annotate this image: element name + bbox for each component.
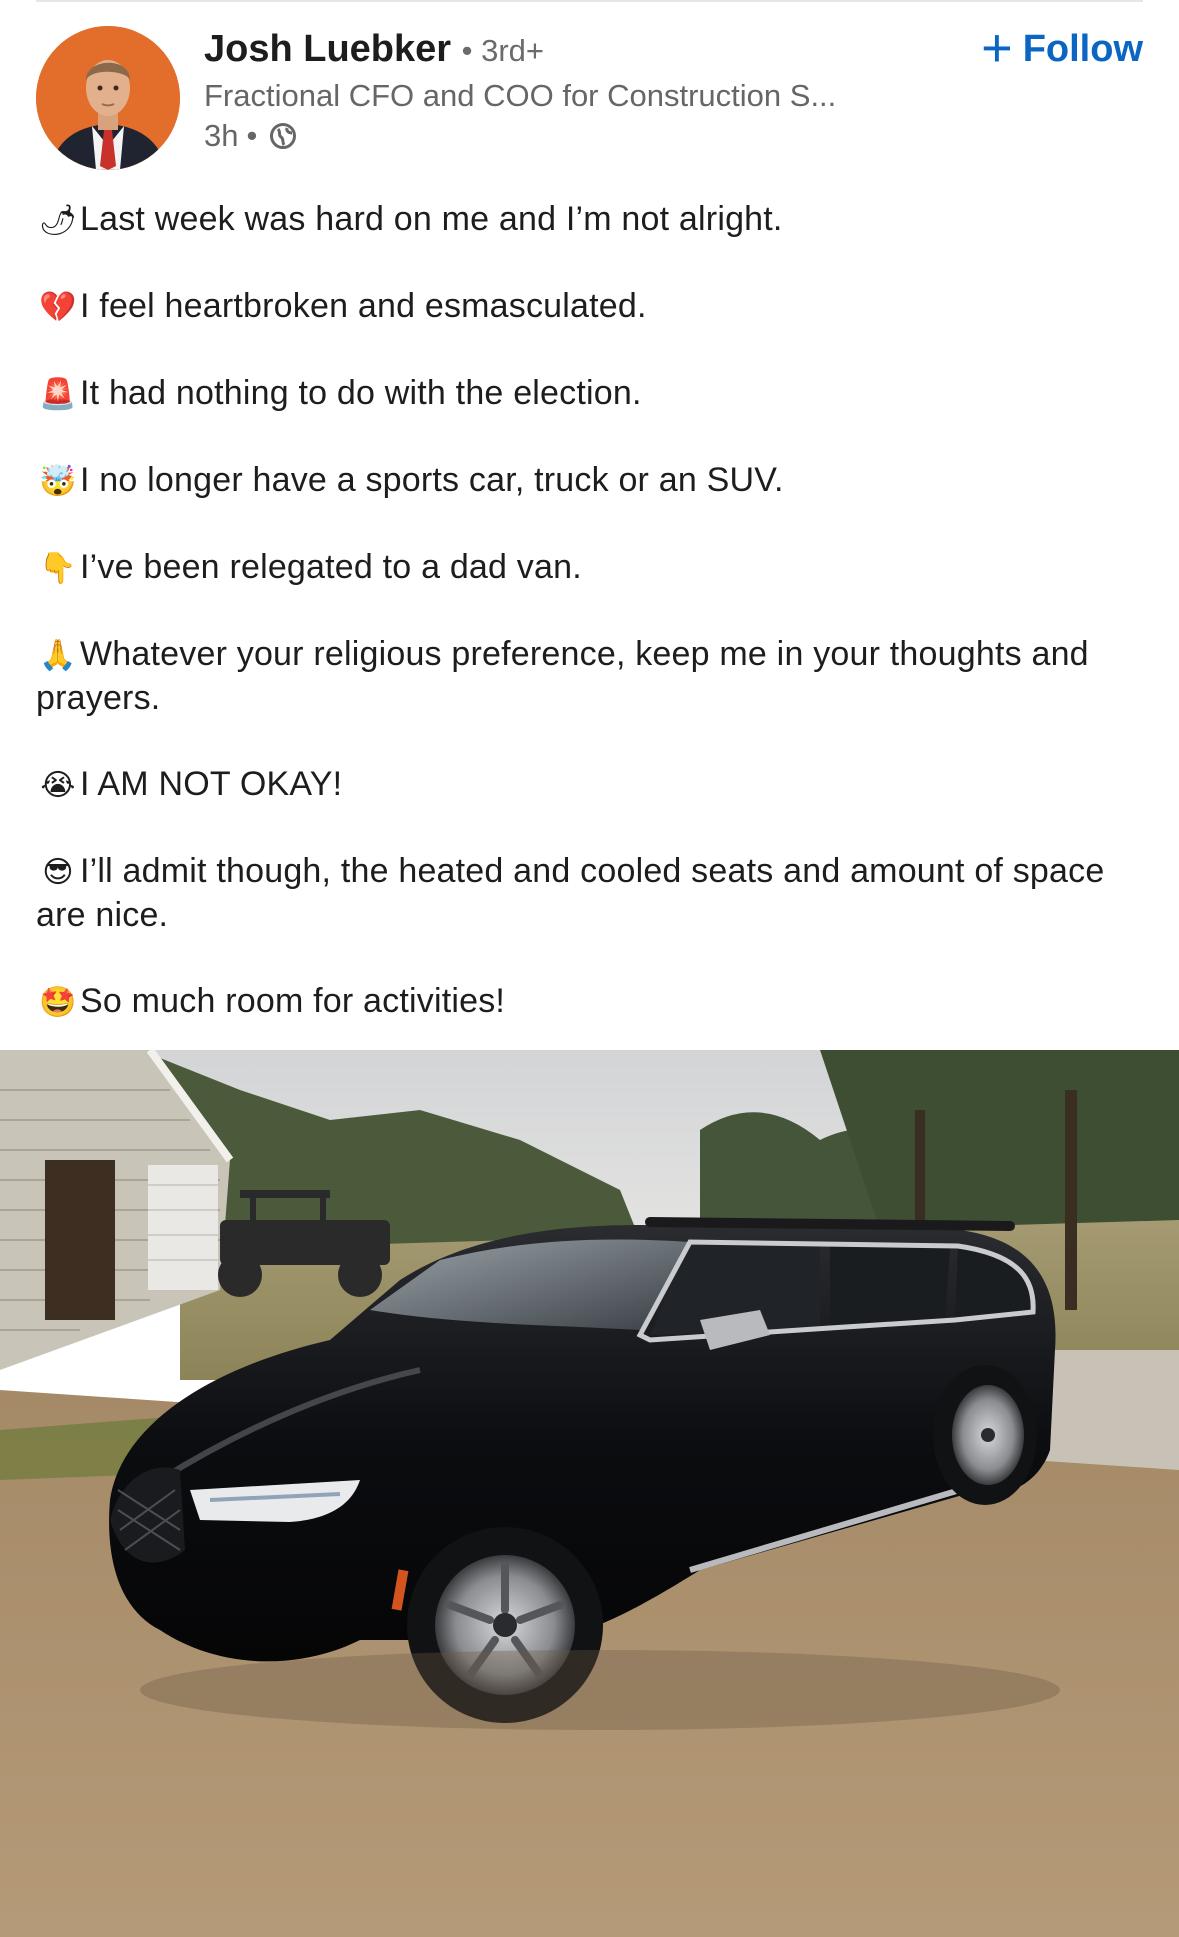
connection-separator: •	[461, 33, 482, 68]
siren-icon: 🚨	[39, 377, 77, 412]
crying-face-icon: 😭	[40, 768, 76, 803]
post-line-text: I no longer have a sports car, truck or …	[80, 461, 784, 499]
plus-icon: +	[981, 17, 1013, 78]
post-image[interactable]	[0, 1050, 1179, 1937]
black-minivan-photo	[0, 1050, 1179, 1937]
exploding-head-icon: 🤯	[39, 464, 77, 499]
post-line: 🤯I no longer have a sports car, truck or…	[36, 459, 1146, 503]
post-line: 👇I’ve been relegated to a dad van.	[36, 546, 1146, 590]
post-line: 🚨It had nothing to do with the election.	[36, 372, 1146, 416]
post-line: 😎 I’ll admit though, the heated and coole…	[36, 850, 1146, 937]
post-line-text: Last week was hard on me and I’m not alr…	[80, 200, 783, 238]
sunglasses-face-icon: 😎	[42, 855, 74, 890]
follow-button[interactable]: + Follow	[981, 17, 1143, 78]
post-line-text: I feel heartbroken and esmasculated.	[80, 287, 647, 325]
star-struck-icon: 🤩	[39, 985, 77, 1020]
post-time: 3h	[204, 118, 239, 153]
author-avatar[interactable]	[36, 26, 180, 170]
globe-icon	[270, 123, 297, 149]
post-meta: 3h •	[204, 116, 964, 156]
hot-pepper-icon: 🌶	[38, 203, 78, 238]
author-headline: Fractional CFO and COO for Construction …	[204, 78, 837, 113]
praying-hands-icon: 🙏	[39, 638, 77, 673]
meta-separator: •	[246, 118, 258, 153]
post-line: 🌶Last week was hard on me and I’m not al…	[36, 198, 1146, 242]
top-divider	[36, 0, 1143, 2]
post-line-text: I’ve been relegated to a dad van.	[80, 548, 582, 586]
post-line-text: It had nothing to do with the election.	[80, 374, 642, 412]
post-text: 🌶Last week was hard on me and I’m not al…	[36, 198, 1146, 1067]
post-line: 😭 I AM NOT OKAY!	[36, 763, 1146, 807]
follow-label: Follow	[1022, 28, 1143, 70]
author-info: Josh Luebker • 3rd+ Fractional CFO and C…	[204, 26, 964, 156]
post-line-text: I AM NOT OKAY!	[80, 765, 343, 803]
post-line: 💔I feel heartbroken and esmasculated.	[36, 285, 1146, 329]
post-line-text: So much room for activities!	[80, 982, 506, 1020]
connection-degree: 3rd+	[481, 33, 545, 68]
post-line-text: I’ll admit though, the heated and cooled…	[36, 852, 1105, 934]
broken-heart-icon: 💔	[39, 290, 77, 325]
pointing-down-icon: 👇	[39, 551, 77, 586]
post-line: 🙏Whatever your religious preference, kee…	[36, 633, 1146, 720]
post-line-text: Whatever your religious preference, keep…	[36, 635, 1089, 717]
post-line: 🤩So much room for activities!	[36, 980, 1146, 1024]
author-name[interactable]: Josh Luebker	[204, 28, 451, 70]
author-name-row: Josh Luebker • 3rd+	[204, 26, 964, 74]
post-header: Josh Luebker • 3rd+ Fractional CFO and C…	[36, 17, 1143, 176]
